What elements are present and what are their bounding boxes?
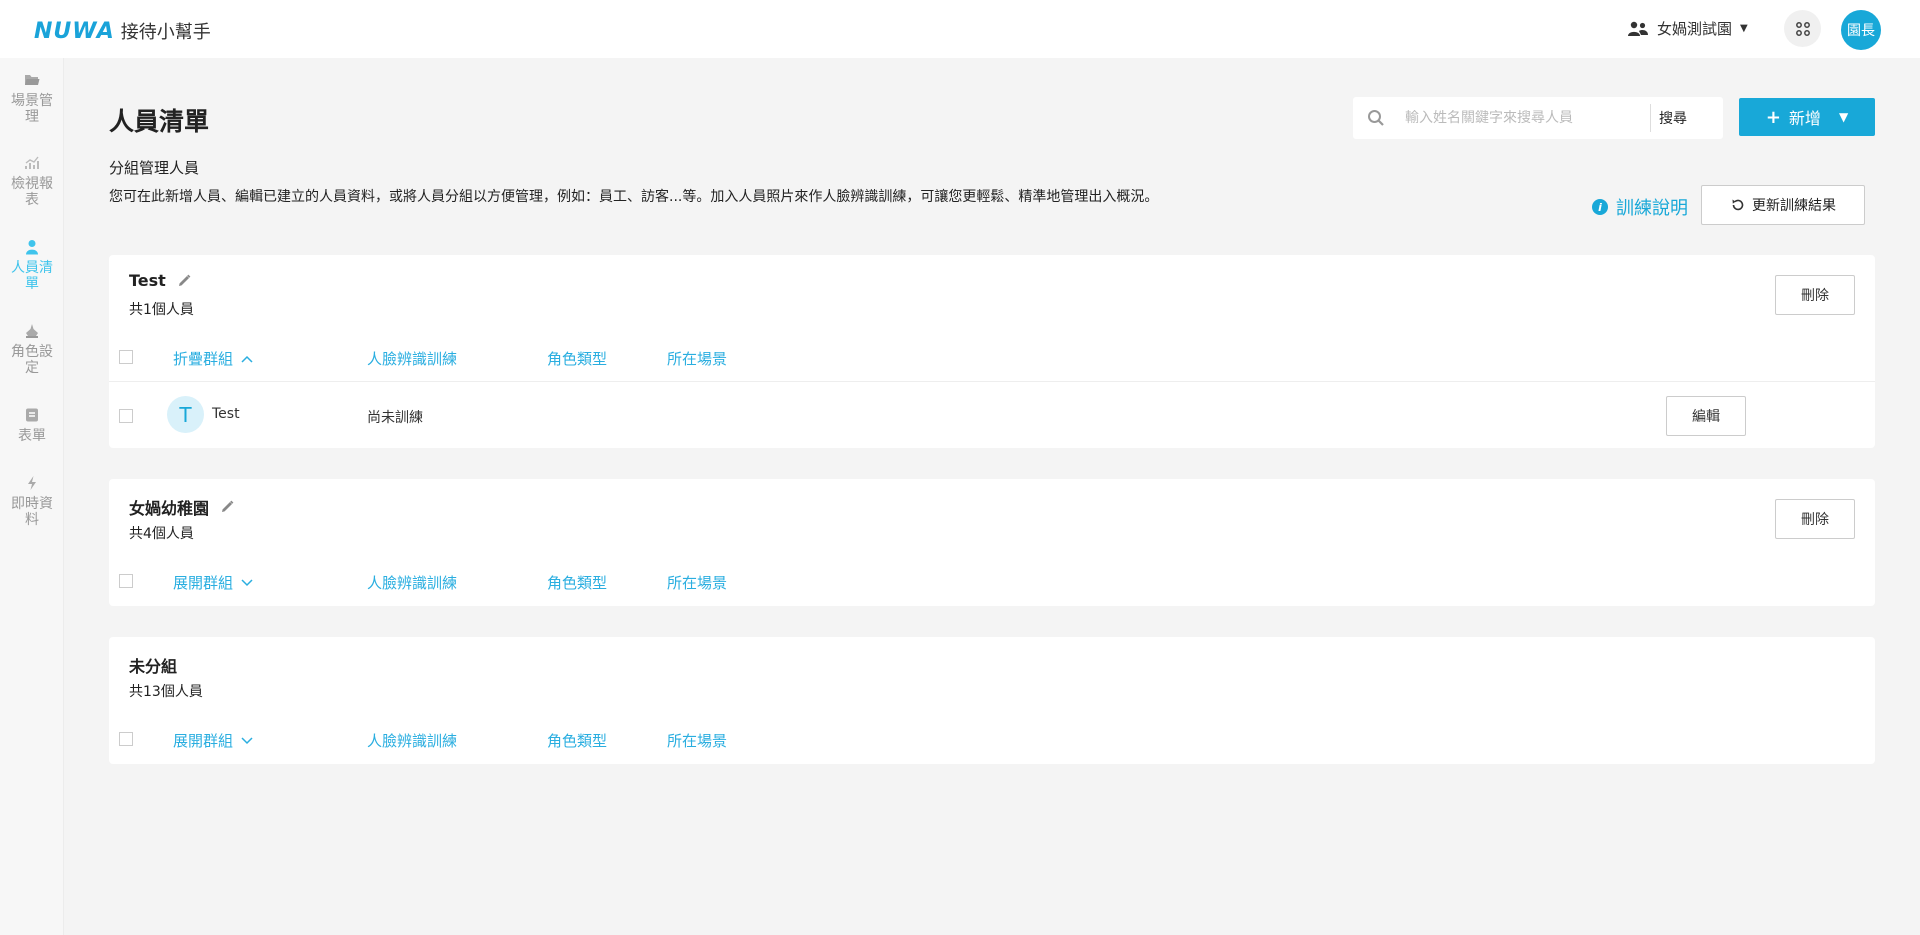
sidebar: 場景管理 檢視報表 人員清單 角色設定 表單 即時資料 [0, 58, 64, 935]
grid-icon [1795, 21, 1810, 36]
add-button[interactable]: + 新增 ▼ [1739, 98, 1875, 136]
collapse-group-toggle[interactable]: 折疊群組 [173, 348, 253, 369]
page-title: 人員清單 [109, 107, 210, 136]
column-header: 折疊群組 人臉辨識訓練 角色類型 所在場景 [109, 342, 1875, 372]
column-location: 所在場景 [667, 350, 728, 368]
column-role-type: 角色類型 [547, 732, 608, 750]
search-icon [1368, 110, 1384, 126]
select-all-checkbox[interactable] [119, 574, 133, 588]
sidebar-item-label: 人員清單 [11, 260, 53, 292]
search-button[interactable]: 搜尋 [1659, 108, 1687, 128]
row-checkbox[interactable] [119, 409, 133, 423]
page-description: 您可在此新增人員、編輯已建立的人員資料，或將人員分組以方便管理，例如：員工、訪客… [109, 189, 1159, 205]
group-toggle-label: 展開群組 [173, 732, 234, 750]
users-icon [1628, 21, 1648, 36]
sidebar-item-realtime[interactable]: 即時資料 [0, 475, 64, 528]
column-header: 展開群組 人臉辨識訓練 角色類型 所在場景 [109, 724, 1875, 754]
group-toggle-label: 折疊群組 [173, 350, 234, 368]
refresh-training-button[interactable]: 更新訓練結果 [1701, 185, 1865, 225]
chevron-down-icon [241, 736, 253, 744]
group-card: 女媧幼稚園 共4個人員 刪除 展開群組 人臉辨識訓練 角色類型 所在場景 [109, 479, 1875, 606]
column-face-training: 人臉辨識訓練 [367, 350, 458, 368]
column-face-training: 人臉辨識訓練 [367, 732, 458, 750]
group-count: 共4個人員 [129, 526, 194, 542]
top-bar: NUWA 接待小幫手 女媧測試園 ▼ 園長 [0, 0, 1920, 58]
apps-button[interactable] [1784, 10, 1821, 47]
expand-group-toggle[interactable]: 展開群組 [173, 572, 253, 593]
column-location: 所在場景 [667, 574, 728, 592]
caret-down-icon: ▼ [1740, 23, 1748, 34]
bolt-icon [28, 476, 36, 490]
sidebar-item-scene-management[interactable]: 場景管理 [0, 72, 64, 125]
group-card: Test 共1個人員 刪除 折疊群組 人臉辨識訓練 角色類型 所在場景 T Te… [109, 255, 1875, 448]
role-icon [26, 324, 38, 338]
sidebar-item-roles[interactable]: 角色設定 [0, 323, 64, 376]
search-input[interactable] [1405, 110, 1650, 126]
chevron-up-icon [241, 355, 253, 363]
person-avatar: T [167, 396, 204, 433]
sidebar-item-forms[interactable]: 表單 [0, 407, 64, 444]
plus-icon: + [1765, 106, 1781, 128]
select-all-checkbox[interactable] [119, 732, 133, 746]
sidebar-item-label: 檢視報表 [11, 176, 53, 208]
training-help-label: 訓練說明 [1616, 198, 1688, 219]
training-help-link[interactable]: i 訓練說明 [1592, 194, 1688, 220]
pencil-icon[interactable] [176, 273, 192, 289]
group-title: 未分組 [129, 653, 177, 677]
column-role-type: 角色類型 [547, 350, 608, 368]
table-row: T Test 尚未訓練 編輯 [109, 381, 1875, 447]
delete-group-button[interactable]: 刪除 [1775, 275, 1855, 315]
sidebar-item-label: 角色設定 [11, 344, 53, 376]
sidebar-item-label: 表單 [18, 428, 46, 444]
search-divider [1650, 104, 1651, 132]
search-box: 搜尋 [1353, 97, 1723, 139]
sidebar-item-label: 場景管理 [11, 93, 53, 125]
group-title: Test [129, 271, 192, 290]
app-name: 接待小幫手 [120, 22, 211, 43]
training-status: 尚未訓練 [367, 410, 423, 426]
info-icon: i [1592, 199, 1608, 215]
app-logo[interactable]: NUWA 接待小幫手 [34, 18, 211, 44]
caret-down-icon: ▼ [1838, 110, 1849, 124]
column-header: 展開群組 人臉辨識訓練 角色類型 所在場景 [109, 566, 1875, 596]
delete-group-button[interactable]: 刪除 [1775, 499, 1855, 539]
group-title: 女媧幼稚園 [129, 495, 235, 519]
nuwa-logo: NUWA [34, 18, 115, 44]
group-card: 未分組 共13個人員 展開群組 人臉辨識訓練 角色類型 所在場景 [109, 637, 1875, 764]
form-icon [26, 408, 38, 422]
sidebar-item-reports[interactable]: 檢視報表 [0, 155, 64, 208]
sidebar-item-label: 即時資料 [11, 496, 53, 528]
pencil-icon[interactable] [219, 499, 235, 515]
expand-group-toggle[interactable]: 展開群組 [173, 730, 253, 751]
column-location: 所在場景 [667, 732, 728, 750]
refresh-training-label: 更新訓練結果 [1752, 198, 1836, 214]
column-role-type: 角色類型 [547, 574, 608, 592]
org-switcher[interactable]: 女媧測試園 ▼ [1627, 18, 1748, 39]
group-count: 共1個人員 [129, 302, 194, 318]
add-button-label: 新增 [1788, 109, 1821, 128]
user-avatar[interactable]: 園長 [1841, 10, 1881, 50]
group-toggle-label: 展開群組 [173, 574, 234, 592]
edit-person-button[interactable]: 編輯 [1666, 396, 1746, 436]
person-icon [26, 240, 38, 255]
group-count: 共13個人員 [129, 684, 203, 700]
person-name: Test [212, 406, 240, 422]
folder-icon [25, 75, 40, 85]
sidebar-item-people[interactable]: 人員清單 [0, 239, 64, 292]
chart-icon [25, 156, 39, 169]
refresh-icon [1732, 199, 1744, 211]
group-name: 女媧幼稚園 [129, 499, 210, 518]
group-name: 未分組 [129, 657, 178, 676]
select-all-checkbox[interactable] [119, 350, 133, 364]
group-name: Test [129, 271, 166, 290]
org-name: 女媧測試園 [1657, 20, 1733, 38]
section-subtitle: 分組管理人員 [109, 159, 200, 177]
chevron-down-icon [241, 578, 253, 586]
column-face-training: 人臉辨識訓練 [367, 574, 458, 592]
